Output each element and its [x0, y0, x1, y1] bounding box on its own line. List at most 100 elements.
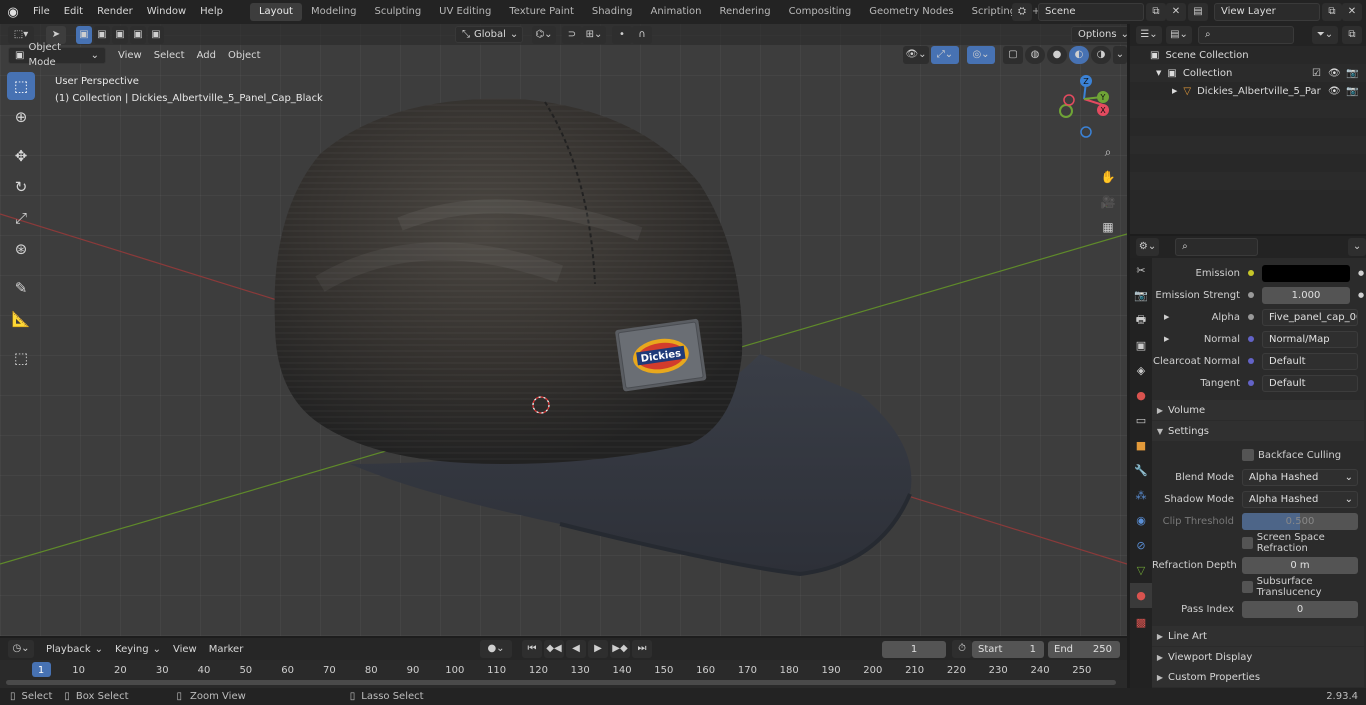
tool-tab-icon[interactable]: ✂ [1130, 258, 1152, 283]
menu-view[interactable]: View [112, 50, 148, 61]
timeline-ruler[interactable]: 1 10 20 30 40 50 60 70 80 90 100 110 120 130 140 150 160… [0, 662, 1127, 678]
world-tab-icon[interactable]: ● [1130, 383, 1152, 408]
modifier-tab-icon[interactable]: 🔧 [1130, 458, 1152, 483]
pass-index-field[interactable]: 0 [1242, 600, 1358, 618]
sss-row[interactable]: Subsurface Translucency [1152, 576, 1366, 598]
transform-tool-icon[interactable]: ⊛ [7, 235, 35, 263]
volume-panel-header[interactable]: ▶ Volume [1152, 400, 1364, 420]
view-layer-tab-icon[interactable]: ▣ [1130, 333, 1152, 358]
view-layer-field[interactable]: View Layer [1214, 3, 1320, 21]
tab-layout[interactable]: Layout [249, 3, 302, 21]
move-tool-icon[interactable]: ✥ [7, 142, 35, 170]
outliner-search-field[interactable]: ⌕ [1198, 26, 1294, 44]
current-frame-field[interactable]: 1 [882, 640, 946, 658]
playback-menu[interactable]: Playback ⌄ [40, 641, 109, 658]
keyframe-dot-icon[interactable]: ● [1358, 269, 1364, 277]
ortho-grid-icon[interactable]: ▦ [1097, 216, 1119, 238]
display-mode-icon[interactable]: ▤⌄ [1166, 26, 1192, 44]
ssr-row[interactable]: Screen Space Refraction [1152, 532, 1366, 554]
clip-threshold-slider[interactable]: 0.500 [1242, 512, 1358, 530]
blend-mode-dropdown[interactable]: Alpha Hashed ⌄ [1242, 468, 1358, 486]
shading-wireframe-icon[interactable]: ◍ [1025, 46, 1045, 64]
backface-culling-checkbox[interactable] [1242, 449, 1254, 461]
material-tab-icon[interactable]: ● [1130, 583, 1152, 608]
line-art-panel-header[interactable]: ▶ Line Art [1152, 626, 1364, 646]
xray-icon[interactable]: ▢ [1003, 46, 1023, 64]
outliner-row-object[interactable]: ▶ ▽ Dickies_Albertville_5_Par 👁 📷 [1130, 82, 1366, 100]
chevron-down-icon[interactable]: ⌄ [1348, 238, 1366, 256]
overlays-icon[interactable]: ◎⌄ [967, 46, 995, 64]
render-tab-icon[interactable]: 📷 [1130, 283, 1152, 308]
timeline-editor-icon[interactable]: ◷⌄ [8, 640, 34, 658]
start-frame-field[interactable]: Start 1 [972, 640, 1044, 658]
backface-culling-row[interactable]: Backface Culling [1152, 444, 1366, 466]
particles-tab-icon[interactable]: ⁂ [1130, 483, 1152, 508]
transform-orientation-dropdown[interactable]: ⤡ Global ⌄ [455, 26, 523, 43]
new-collection-icon[interactable]: ⧉ [1342, 26, 1362, 44]
select-box-tool-icon[interactable]: ⬚ [7, 72, 35, 100]
scene-name-field[interactable]: Scene [1038, 3, 1144, 21]
tab-uv-editing[interactable]: UV Editing [430, 3, 500, 21]
tab-compositing[interactable]: Compositing [780, 3, 861, 21]
keying-menu[interactable]: Keying ⌄ [109, 641, 167, 658]
scene-tab-icon[interactable]: ◈ [1130, 358, 1152, 383]
constraints-tab-icon[interactable]: ⊘ [1130, 533, 1152, 558]
tab-shading[interactable]: Shading [583, 3, 642, 21]
settings-panel-header[interactable]: ▼ Settings [1152, 421, 1364, 441]
tangent-field[interactable]: Default [1262, 374, 1358, 392]
scale-tool-icon[interactable]: ⤢ [7, 204, 35, 232]
tab-rendering[interactable]: Rendering [710, 3, 779, 21]
alpha-input-field[interactable]: Five_panel_cap_003... [1262, 308, 1358, 326]
emission-color-swatch[interactable] [1262, 264, 1350, 282]
view-layer-icon[interactable]: ▤ [1188, 3, 1208, 21]
tab-geometry-nodes[interactable]: Geometry Nodes [860, 3, 962, 21]
eye-icon[interactable]: 👁 [1328, 86, 1341, 97]
menu-add[interactable]: Add [191, 50, 222, 61]
blender-logo-icon[interactable]: ◉ [0, 0, 26, 24]
clearcoat-normal-field[interactable]: Default [1262, 352, 1358, 370]
expand-arrow-icon[interactable]: ▶ [1164, 335, 1169, 343]
annotate-tool-icon[interactable]: ✎ [7, 274, 35, 302]
play-reverse-icon[interactable]: ◀ [566, 640, 586, 658]
pan-hand-icon[interactable]: ✋ [1097, 166, 1119, 188]
sss-checkbox[interactable] [1242, 581, 1253, 593]
keyframe-dot-icon[interactable]: ● [1358, 291, 1364, 299]
rotate-tool-icon[interactable]: ↻ [7, 173, 35, 201]
stopwatch-icon[interactable]: ⏱ [952, 640, 972, 658]
new-view-layer-icon[interactable]: ⧉ [1322, 3, 1342, 21]
menu-file[interactable]: File [26, 0, 57, 24]
end-frame-field[interactable]: End 250 [1048, 640, 1120, 658]
new-scene-icon[interactable]: ⧉ [1146, 3, 1166, 21]
jump-end-icon[interactable]: ⏭ [632, 640, 652, 658]
shading-material-icon[interactable]: ◐ [1069, 46, 1089, 64]
output-tab-icon[interactable]: 🖶 [1130, 308, 1152, 333]
tab-texture-paint[interactable]: Texture Paint [500, 3, 583, 21]
expand-arrow-icon[interactable]: ▶ [1172, 87, 1177, 95]
filter-icon[interactable]: ⏷⌄ [1312, 26, 1338, 44]
proportional-edit-icon[interactable]: • [612, 25, 632, 44]
custom-properties-panel-header[interactable]: ▶ Custom Properties [1152, 667, 1364, 687]
physics-tab-icon[interactable]: ◉ [1130, 508, 1152, 533]
properties-search-field[interactable]: ⌕ [1175, 238, 1259, 256]
normal-input-field[interactable]: Normal/Map [1262, 330, 1358, 348]
marker-menu[interactable]: Marker [203, 644, 250, 655]
menu-select[interactable]: Select [148, 50, 191, 61]
pivot-point-icon[interactable]: ⌬⌄ [532, 25, 556, 44]
shading-options-icon[interactable]: ⌄ [1113, 46, 1127, 64]
emission-strength-field[interactable]: 1.000 [1262, 286, 1350, 304]
zoom-icon[interactable]: ⌕ [1097, 141, 1119, 163]
tab-modeling[interactable]: Modeling [302, 3, 366, 21]
select-subtract-icon[interactable]: ▣ [112, 25, 128, 44]
outliner-row-scene-collection[interactable]: ▣ Scene Collection [1130, 46, 1366, 64]
object-mode-dropdown[interactable]: ▣ Object Mode ⌄ [8, 42, 106, 68]
cursor-tool-icon[interactable]: ⊕ [7, 103, 35, 131]
prev-keyframe-icon[interactable]: ◆◀ [544, 640, 564, 658]
camera-icon[interactable]: 📷 [1346, 68, 1358, 79]
eye-icon[interactable]: 👁 [1328, 68, 1341, 79]
ssr-checkbox[interactable] [1242, 537, 1253, 549]
shading-solid-icon[interactable]: ● [1047, 46, 1067, 64]
menu-window[interactable]: Window [140, 0, 193, 24]
scene-icon[interactable]: ⛭ [1012, 3, 1032, 21]
data-tab-icon[interactable]: ▽ [1130, 558, 1152, 583]
viewport-display-panel-header[interactable]: ▶ Viewport Display [1152, 647, 1364, 667]
